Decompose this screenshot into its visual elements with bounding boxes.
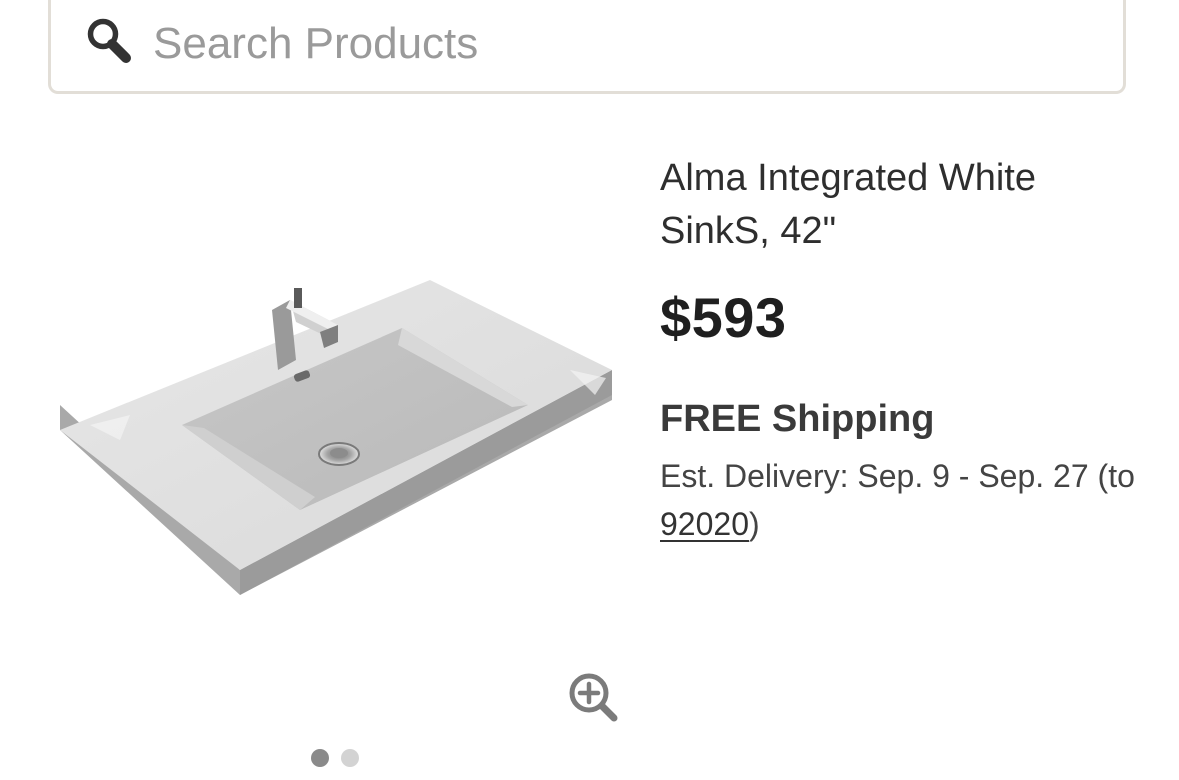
product-image[interactable] [50,270,620,610]
search-icon[interactable] [83,16,135,68]
search-bar[interactable] [48,0,1126,94]
product-title[interactable]: Alma Integrated White SinkS, 42" [660,152,1140,258]
zoom-in-icon[interactable] [566,670,620,724]
delivery-estimate: Est. Delivery: Sep. 9 - Sep. 27 (to 9202… [660,452,1160,548]
product-page: Alma Integrated White SinkS, 42" $593 FR… [0,0,1179,780]
product-price: $593 [660,286,787,349]
carousel-dots [311,749,359,767]
delivery-text: Est. Delivery: Sep. 9 - Sep. 27 (to [660,458,1135,494]
zip-code-link[interactable]: 92020 [660,506,749,542]
shipping-label: FREE Shipping [660,398,935,440]
carousel-dot-1[interactable] [311,749,329,767]
search-input[interactable] [153,16,1053,72]
delivery-suffix: ) [748,506,760,542]
carousel-dot-2[interactable] [341,749,359,767]
